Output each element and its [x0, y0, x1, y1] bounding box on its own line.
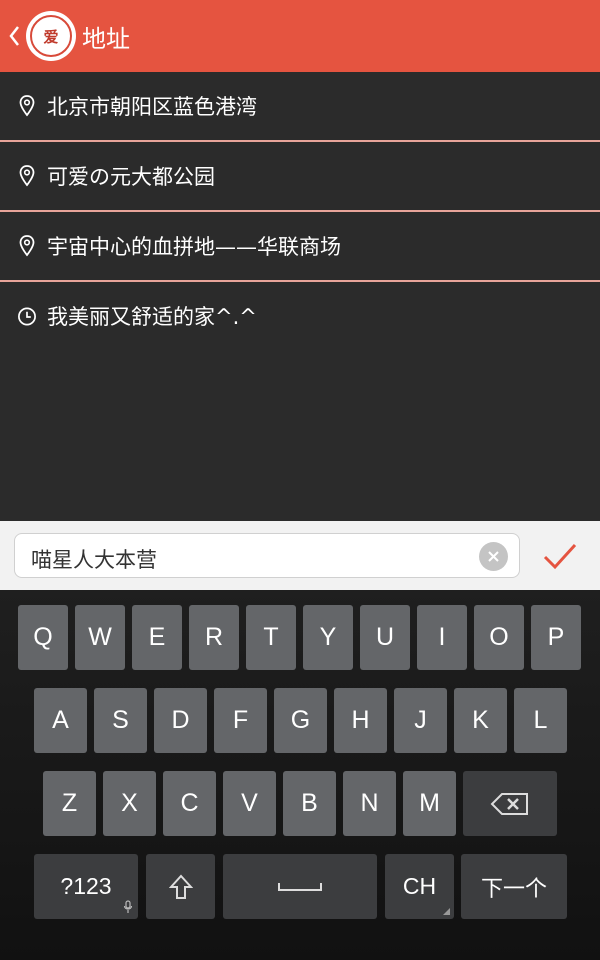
address-item[interactable]: 北京市朝阳区蓝色港湾 [0, 72, 600, 142]
numbers-key-label: ?123 [60, 873, 112, 899]
key-b[interactable]: B [283, 771, 336, 836]
key-o[interactable]: O [474, 605, 524, 670]
address-label: 我美丽又舒适的家^.^ [47, 305, 257, 329]
clear-button[interactable] [479, 542, 508, 571]
backspace-key[interactable] [463, 771, 557, 836]
key-y[interactable]: Y [303, 605, 353, 670]
back-button[interactable] [4, 0, 24, 72]
key-g[interactable]: G [274, 688, 327, 753]
key-p[interactable]: P [531, 605, 581, 670]
confirm-button[interactable] [540, 541, 580, 573]
key-h[interactable]: H [334, 688, 387, 753]
close-icon [488, 551, 499, 562]
address-label: 宇宙中心的血拼地——华联商场 [47, 235, 341, 259]
chevron-left-icon [9, 26, 19, 46]
logo-seal: 爱 [30, 15, 72, 57]
language-key-label: CH [402, 873, 437, 899]
address-item[interactable]: 可爱の元大都公园 [0, 142, 600, 212]
key-i[interactable]: I [417, 605, 467, 670]
soft-keyboard: Q W E R T Y U I O P A S D F G H J K L Z … [0, 590, 600, 960]
next-key[interactable]: 下一个 [461, 854, 567, 919]
key-r[interactable]: R [189, 605, 239, 670]
checkmark-icon [543, 543, 577, 570]
key-m[interactable]: M [403, 771, 456, 836]
page-title: 地址 [82, 24, 130, 53]
key-f[interactable]: F [214, 688, 267, 753]
space-key[interactable] [223, 854, 377, 919]
key-w[interactable]: W [75, 605, 125, 670]
address-input[interactable]: 喵星人大本营 [14, 533, 520, 578]
key-z[interactable]: Z [43, 771, 96, 836]
language-key[interactable]: CH [385, 854, 454, 919]
key-s[interactable]: S [94, 688, 147, 753]
address-label: 可爱の元大都公园 [47, 165, 215, 189]
location-pin-icon [17, 95, 37, 117]
address-input-value: 喵星人大本营 [31, 548, 157, 572]
microphone-icon [123, 900, 133, 913]
address-item[interactable]: 宇宙中心的血拼地——华联商场 [0, 212, 600, 282]
key-k[interactable]: K [454, 688, 507, 753]
space-bar-icon [278, 882, 322, 891]
key-j[interactable]: J [394, 688, 447, 753]
key-l[interactable]: L [514, 688, 567, 753]
app-logo: 爱 [26, 11, 76, 61]
corner-triangle-icon [443, 908, 450, 915]
backspace-icon [490, 792, 528, 815]
app-header: 爱 地址 [0, 0, 600, 72]
key-e[interactable]: E [132, 605, 182, 670]
key-a[interactable]: A [34, 688, 87, 753]
address-list: 北京市朝阳区蓝色港湾 可爱の元大都公园 宇宙中心的血拼地——华联商场 我美丽又舒… [0, 72, 600, 350]
numbers-key[interactable]: ?123 [34, 854, 138, 919]
shift-arrow-icon [168, 874, 193, 899]
shift-key[interactable] [146, 854, 215, 919]
key-q[interactable]: Q [18, 605, 68, 670]
address-item[interactable]: 我美丽又舒适的家^.^ [0, 282, 600, 350]
location-pin-icon [17, 235, 37, 257]
key-v[interactable]: V [223, 771, 276, 836]
key-n[interactable]: N [343, 771, 396, 836]
address-label: 北京市朝阳区蓝色港湾 [47, 95, 257, 119]
address-input-bar: 喵星人大本营 [0, 521, 600, 590]
key-c[interactable]: C [163, 771, 216, 836]
key-x[interactable]: X [103, 771, 156, 836]
key-t[interactable]: T [246, 605, 296, 670]
clock-icon [17, 305, 37, 327]
key-d[interactable]: D [154, 688, 207, 753]
key-u[interactable]: U [360, 605, 410, 670]
location-pin-icon [17, 165, 37, 187]
